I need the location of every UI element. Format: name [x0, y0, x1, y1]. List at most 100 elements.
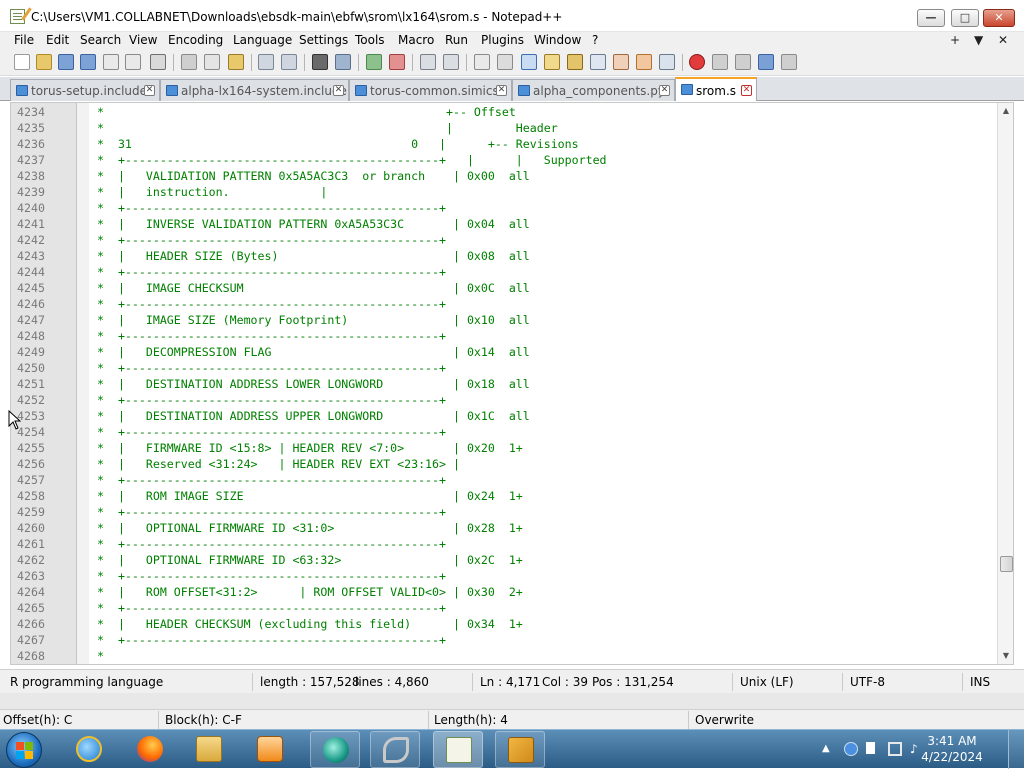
save-all-icon[interactable]	[80, 54, 96, 70]
line-text[interactable]: * +-------------------------------------…	[97, 360, 446, 376]
function-list-icon[interactable]	[590, 54, 606, 70]
network-icon[interactable]	[888, 742, 902, 756]
tab-close-icon[interactable]: ✕	[496, 85, 507, 96]
new-tab-icon[interactable]: +	[950, 33, 960, 48]
code-line[interactable]: 4245 * | IMAGE CHECKSUM | 0x0C all	[11, 280, 997, 296]
taskbar-file-explorer[interactable]	[184, 731, 234, 768]
close-button[interactable]: ✕	[983, 9, 1015, 27]
line-text[interactable]: * | HEADER SIZE (Bytes) | 0x08 all	[97, 248, 530, 264]
code-line[interactable]: 4249 * | DECOMPRESSION FLAG | 0x14 all	[11, 344, 997, 360]
code-line[interactable]: 4257 * +---------------------------------…	[11, 472, 997, 488]
code-line[interactable]: 4263 * +---------------------------------…	[11, 568, 997, 584]
line-text[interactable]: * | OPTIONAL FIRMWARE ID <31:0> | 0x28 1…	[97, 520, 523, 536]
code-line[interactable]: 4260 * | OPTIONAL FIRMWARE ID <31:0> | 0x…	[11, 520, 997, 536]
status-encoding[interactable]: UTF-8	[850, 675, 885, 689]
code-line[interactable]: 4237 * +---------------------------------…	[11, 152, 997, 168]
line-text[interactable]: * | DECOMPRESSION FLAG | 0x14 all	[97, 344, 530, 360]
code-line[interactable]: 4259 * +---------------------------------…	[11, 504, 997, 520]
menu-view[interactable]: View	[129, 33, 157, 48]
code-line[interactable]: 4266 * | HEADER CHECKSUM (excluding this …	[11, 616, 997, 632]
code-line[interactable]: 4268 *	[11, 648, 997, 664]
menu-settings[interactable]: Settings	[299, 33, 348, 48]
close-all-icon[interactable]	[125, 54, 141, 70]
line-text[interactable]: * | Reserved <31:24> | HEADER REV EXT <2…	[97, 456, 460, 472]
menu-help[interactable]: ?	[592, 33, 598, 48]
open-folder-icon[interactable]	[636, 54, 652, 70]
menu-tools[interactable]: Tools	[355, 33, 385, 48]
new-file-icon[interactable]	[14, 54, 30, 70]
run-macro-multiple-icon[interactable]	[758, 54, 774, 70]
print-icon[interactable]	[150, 54, 166, 70]
tab-srom-s[interactable]: srom.s ✕	[675, 77, 757, 101]
line-text[interactable]: * +-------------------------------------…	[97, 568, 446, 584]
tab-alpha-components[interactable]: alpha_components.py ✕	[512, 79, 675, 101]
line-text[interactable]: * | OPTIONAL FIRMWARE ID <63:32> | 0x2C …	[97, 552, 523, 568]
line-text[interactable]: * | IMAGE CHECKSUM | 0x0C all	[97, 280, 530, 296]
menu-search[interactable]: Search	[80, 33, 121, 48]
stop-macro-icon[interactable]	[712, 54, 728, 70]
line-text[interactable]: * | DESTINATION ADDRESS LOWER LONGWORD |…	[97, 376, 530, 392]
language-bar-icon[interactable]	[844, 742, 858, 756]
scroll-thumb[interactable]	[1000, 556, 1013, 573]
show-desktop-button[interactable]	[1008, 730, 1024, 769]
line-text[interactable]: * | INVERSE VALIDATION PATTERN 0xA5A53C3…	[97, 216, 530, 232]
line-text[interactable]: * +-------------------------------------…	[97, 504, 446, 520]
code-line[interactable]: 4240 * +---------------------------------…	[11, 200, 997, 216]
taskbar-hex-editor[interactable]	[495, 731, 545, 768]
line-text[interactable]: * +-------------------------------------…	[97, 600, 446, 616]
code-lines[interactable]: 4234 * +-- Offset 4235 * | Header 4236 * 31 0…	[11, 104, 997, 664]
menu-plugins[interactable]: Plugins	[481, 33, 524, 48]
scroll-up-icon[interactable]: ▲	[1001, 106, 1011, 116]
minimize-button[interactable]: —	[917, 9, 945, 27]
line-text[interactable]: * | ROM OFFSET<31:2> | ROM OFFSET VALID<…	[97, 584, 523, 600]
indent-guide-icon[interactable]	[521, 54, 537, 70]
line-text[interactable]: * +-- Offset	[97, 104, 516, 120]
menu-file[interactable]: File	[14, 33, 34, 48]
tab-alpha-lx164-system[interactable]: alpha-lx164-system.include ✕	[160, 79, 349, 101]
code-line[interactable]: 4262 * | OPTIONAL FIRMWARE ID <63:32> | 0…	[11, 552, 997, 568]
line-text[interactable]: * +-------------------------------------…	[97, 472, 446, 488]
line-text[interactable]: * | Header	[97, 120, 558, 136]
line-text[interactable]: * +-------------------------------------…	[97, 152, 607, 168]
code-line[interactable]: 4252 * +---------------------------------…	[11, 392, 997, 408]
close-doc-icon[interactable]: ✕	[998, 33, 1008, 48]
line-text[interactable]: * +-------------------------------------…	[97, 632, 446, 648]
redo-icon[interactable]	[281, 54, 297, 70]
status-eol[interactable]: Unix (LF)	[740, 675, 794, 689]
menu-language[interactable]: Language	[233, 33, 292, 48]
line-text[interactable]: * +-------------------------------------…	[97, 296, 446, 312]
show-all-characters-icon[interactable]	[497, 54, 513, 70]
code-line[interactable]: 4246 * +---------------------------------…	[11, 296, 997, 312]
taskbar-app-globe[interactable]	[310, 731, 360, 768]
monitoring-icon[interactable]	[659, 54, 675, 70]
zoom-in-icon[interactable]	[366, 54, 382, 70]
line-text[interactable]: * +-------------------------------------…	[97, 264, 446, 280]
tab-close-icon[interactable]: ✕	[333, 85, 344, 96]
define-language-icon[interactable]	[544, 54, 560, 70]
line-text[interactable]: * | VALIDATION PATTERN 0x5A5AC3C3 or bra…	[97, 168, 530, 184]
document-map-icon[interactable]	[567, 54, 583, 70]
zoom-out-icon[interactable]	[389, 54, 405, 70]
code-line[interactable]: 4238 * | VALIDATION PATTERN 0x5A5AC3C3 or…	[11, 168, 997, 184]
show-hidden-icons-icon[interactable]: ▲	[822, 742, 836, 756]
menu-macro[interactable]: Macro	[398, 33, 434, 48]
code-line[interactable]: 4239 * | instruction. |	[11, 184, 997, 200]
editor-pane[interactable]: 4234 * +-- Offset 4235 * | Header 4236 * 31 0…	[10, 102, 1014, 665]
line-text[interactable]: * +-------------------------------------…	[97, 232, 446, 248]
vertical-scrollbar[interactable]: ▲ ▼	[997, 103, 1013, 664]
tab-close-icon[interactable]: ✕	[144, 85, 155, 96]
code-line[interactable]: 4251 * | DESTINATION ADDRESS LOWER LONGWO…	[11, 376, 997, 392]
code-line[interactable]: 4255 * | FIRMWARE ID <15:8> | HEADER REV …	[11, 440, 997, 456]
system-clock[interactable]: 3:41 AM 4/22/2024	[920, 733, 984, 765]
tab-torus-setup[interactable]: torus-setup.include ✕	[10, 79, 160, 101]
code-line[interactable]: 4253 * | DESTINATION ADDRESS UPPER LONGWO…	[11, 408, 997, 424]
code-line[interactable]: 4258 * | ROM IMAGE SIZE | 0x24 1+	[11, 488, 997, 504]
tab-close-icon[interactable]: ✕	[659, 85, 670, 96]
sync-horizontal-icon[interactable]	[443, 54, 459, 70]
line-text[interactable]: * +-------------------------------------…	[97, 536, 446, 552]
code-line[interactable]: 4236 * 31 0 | +-- Revisions	[11, 136, 997, 152]
find-icon[interactable]	[312, 54, 328, 70]
open-file-icon[interactable]	[36, 54, 52, 70]
tab-list-icon[interactable]: ▼	[974, 33, 983, 48]
code-line[interactable]: 4256 * | Reserved <31:24> | HEADER REV EX…	[11, 456, 997, 472]
